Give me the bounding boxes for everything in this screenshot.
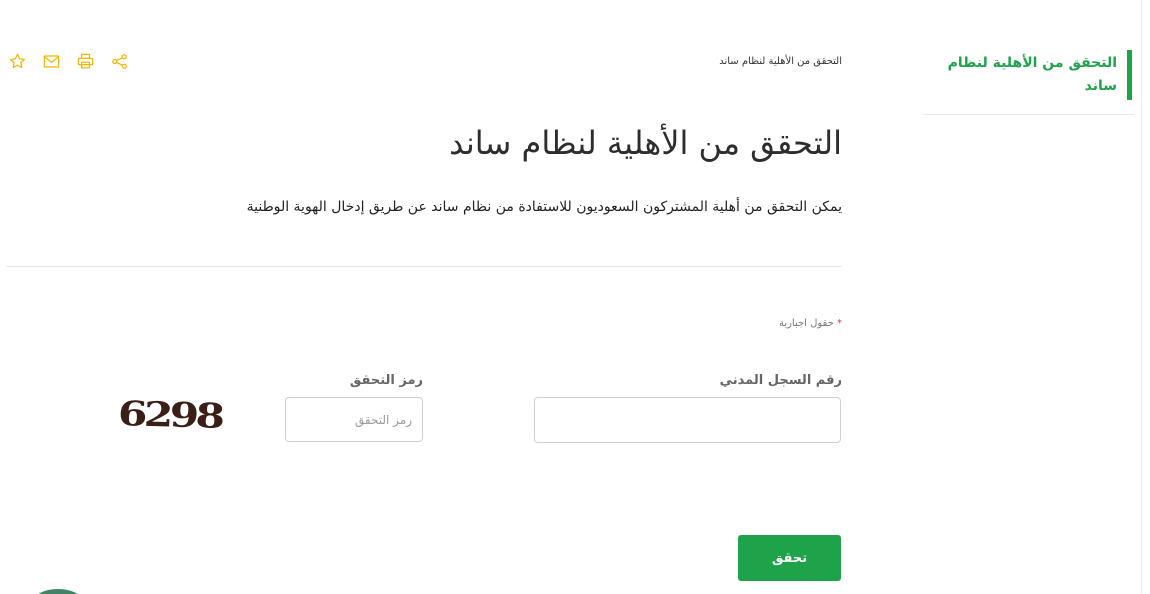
- captcha-text: 6298: [117, 394, 223, 437]
- sidebar-item-label: التحقق من الأهلية لنظام ساند: [947, 55, 1117, 94]
- print-icon[interactable]: [74, 51, 96, 71]
- national-id-label: رقم السجل المدني: [719, 373, 842, 388]
- page-title: التحقق من الأهلية لنظام ساند: [449, 124, 842, 162]
- required-fields-note: * حقول اجبارية: [779, 318, 842, 329]
- sidebar: التحقق من الأهلية لنظام ساند: [923, 50, 1134, 115]
- national-id-input[interactable]: [534, 397, 841, 443]
- page-description: يمكن التحقق من أهلية المشتركون السعوديون…: [246, 199, 842, 215]
- chat-widget-icon[interactable]: [34, 589, 82, 594]
- page: التحقق من الأهلية لنظام ساند التحقق من ا…: [0, 0, 1150, 594]
- star-icon[interactable]: [6, 51, 28, 71]
- captcha-code-input[interactable]: [285, 397, 423, 442]
- mail-icon[interactable]: [40, 51, 62, 71]
- breadcrumb: التحقق من الأهلية لنظام ساند: [719, 56, 842, 67]
- section-divider: [6, 266, 842, 267]
- captcha-image: 6298: [117, 393, 252, 443]
- required-note-text: حقول اجبارية: [778, 318, 834, 329]
- verify-button[interactable]: تحقق: [738, 535, 841, 581]
- breadcrumb-current: التحقق من الأهلية لنظام ساند: [719, 56, 842, 67]
- required-star: *: [837, 318, 842, 329]
- page-toolbar: [6, 51, 130, 71]
- share-icon[interactable]: [108, 51, 130, 71]
- captcha-code-label: رمز التحقق: [349, 373, 423, 388]
- sidebar-item-eligibility[interactable]: التحقق من الأهلية لنظام ساند: [923, 50, 1132, 100]
- page-edge-divider: [1141, 0, 1142, 594]
